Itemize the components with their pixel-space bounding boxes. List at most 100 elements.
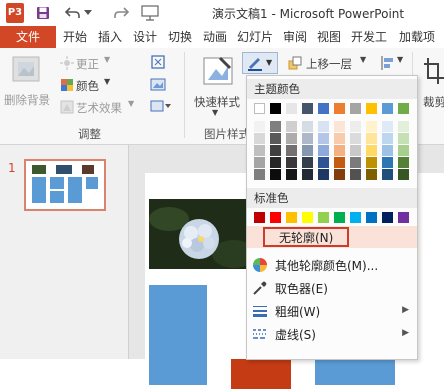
theme-color-swatch[interactable] [382, 121, 393, 132]
theme-color-swatch[interactable] [398, 157, 409, 168]
crop-label[interactable]: 裁剪 [423, 94, 444, 110]
artistic-effects-label[interactable]: 艺术效果 [76, 100, 122, 116]
theme-color-swatch[interactable] [270, 145, 281, 156]
theme-color-swatch[interactable] [254, 169, 265, 180]
theme-color-swatch[interactable] [350, 103, 361, 114]
tab-transitions[interactable]: 切换 [165, 26, 195, 48]
theme-color-swatch[interactable] [286, 133, 297, 144]
dashes-item[interactable]: 虚线(S) ▶ [247, 323, 417, 345]
theme-color-swatch[interactable] [302, 169, 313, 180]
change-picture-icon[interactable] [150, 76, 166, 92]
theme-color-swatch[interactable] [350, 145, 361, 156]
photo-fragment[interactable] [231, 359, 291, 389]
tab-review[interactable]: 审阅 [280, 26, 310, 48]
remove-background-label[interactable]: 删除背景 [4, 92, 50, 108]
theme-color-swatch[interactable] [382, 103, 393, 114]
chevron-down-icon[interactable]: ▼ [128, 99, 134, 108]
compress-pictures-icon[interactable] [150, 54, 166, 70]
theme-color-swatch[interactable] [382, 145, 393, 156]
theme-color-swatch[interactable] [270, 121, 281, 132]
theme-color-swatch[interactable] [366, 133, 377, 144]
corrections-label[interactable]: 更正 [76, 56, 99, 72]
chevron-down-icon[interactable]: ▼ [104, 55, 110, 64]
theme-color-swatch[interactable] [254, 103, 265, 114]
theme-color-swatch[interactable] [318, 133, 329, 144]
tab-insert[interactable]: 插入 [95, 26, 125, 48]
theme-color-swatch[interactable] [286, 145, 297, 156]
tab-home[interactable]: 开始 [60, 26, 90, 48]
theme-color-swatch[interactable] [350, 121, 361, 132]
bring-forward-label[interactable]: 上移一层 [306, 56, 352, 72]
theme-color-swatch[interactable] [382, 157, 393, 168]
slideshow-icon[interactable] [140, 3, 160, 23]
theme-color-swatch[interactable] [270, 103, 281, 114]
theme-color-swatch[interactable] [270, 169, 281, 180]
tab-view[interactable]: 视图 [314, 26, 344, 48]
more-outline-colors-item[interactable]: 其他轮廓颜色(M)... [247, 254, 417, 276]
corrections-icon[interactable] [60, 56, 74, 70]
align-icon[interactable] [380, 55, 396, 71]
theme-color-swatch[interactable] [302, 121, 313, 132]
theme-color-swatch[interactable] [286, 157, 297, 168]
color-label[interactable]: 颜色 [76, 78, 99, 94]
crop-icon[interactable] [422, 56, 444, 86]
theme-color-swatch[interactable] [270, 133, 281, 144]
theme-color-swatch[interactable] [302, 103, 313, 114]
theme-color-swatch[interactable] [286, 169, 297, 180]
no-outline-item[interactable]: 无轮廓(N) [247, 226, 417, 248]
theme-color-swatch[interactable] [366, 157, 377, 168]
theme-color-swatch[interactable] [398, 103, 409, 114]
theme-color-swatch[interactable] [334, 157, 345, 168]
theme-color-swatch[interactable] [334, 169, 345, 180]
eyedropper-item[interactable]: 取色器(E) [247, 277, 417, 299]
theme-color-swatch[interactable] [254, 121, 265, 132]
theme-color-swatch[interactable] [366, 169, 377, 180]
chevron-down-icon[interactable]: ▼ [360, 55, 366, 64]
theme-color-swatch[interactable] [318, 157, 329, 168]
tab-animations[interactable]: 动画 [200, 26, 230, 48]
tab-design[interactable]: 设计 [130, 26, 160, 48]
undo-icon[interactable] [64, 3, 82, 23]
theme-color-swatch[interactable] [318, 121, 329, 132]
theme-color-swatch[interactable] [302, 157, 313, 168]
artistic-effects-icon[interactable] [60, 100, 74, 114]
bring-forward-icon[interactable] [288, 56, 302, 70]
remove-background-icon[interactable] [10, 54, 44, 88]
theme-color-swatch[interactable] [366, 121, 377, 132]
theme-color-swatch[interactable] [366, 145, 377, 156]
standard-color-swatch[interactable] [350, 212, 361, 223]
weight-item[interactable]: 粗细(W) ▶ [247, 300, 417, 322]
theme-color-swatch[interactable] [334, 121, 345, 132]
theme-color-swatch[interactable] [398, 133, 409, 144]
theme-color-swatch[interactable] [398, 145, 409, 156]
theme-color-swatch[interactable] [286, 103, 297, 114]
picture-border-button[interactable]: ▼ [242, 52, 278, 74]
standard-color-swatch[interactable] [254, 212, 265, 223]
standard-color-swatch[interactable] [270, 212, 281, 223]
chevron-down-icon[interactable]: ▼ [212, 108, 218, 117]
color-icon[interactable] [60, 78, 74, 92]
theme-color-swatch[interactable] [318, 103, 329, 114]
theme-color-swatch[interactable] [254, 133, 265, 144]
theme-color-swatch[interactable] [382, 133, 393, 144]
theme-color-swatch[interactable] [302, 145, 313, 156]
theme-color-swatch[interactable] [350, 157, 361, 168]
theme-color-swatch[interactable] [398, 121, 409, 132]
standard-color-swatch[interactable] [398, 212, 409, 223]
tab-file[interactable]: 文件 [0, 26, 56, 48]
standard-color-swatch[interactable] [334, 212, 345, 223]
standard-color-swatch[interactable] [286, 212, 297, 223]
reset-picture-icon[interactable] [150, 98, 172, 114]
tab-addins[interactable]: 加载项 [394, 26, 440, 48]
theme-color-swatch[interactable] [334, 145, 345, 156]
standard-color-swatch[interactable] [302, 212, 313, 223]
theme-color-swatch[interactable] [350, 169, 361, 180]
theme-color-swatch[interactable] [302, 133, 313, 144]
standard-color-swatch[interactable] [366, 212, 377, 223]
theme-color-swatch[interactable] [318, 145, 329, 156]
tab-slideshow[interactable]: 幻灯片 [234, 26, 276, 48]
blue-rectangle-shape[interactable] [149, 285, 207, 385]
theme-color-swatch[interactable] [318, 169, 329, 180]
theme-color-swatch[interactable] [350, 133, 361, 144]
theme-color-swatch[interactable] [334, 103, 345, 114]
